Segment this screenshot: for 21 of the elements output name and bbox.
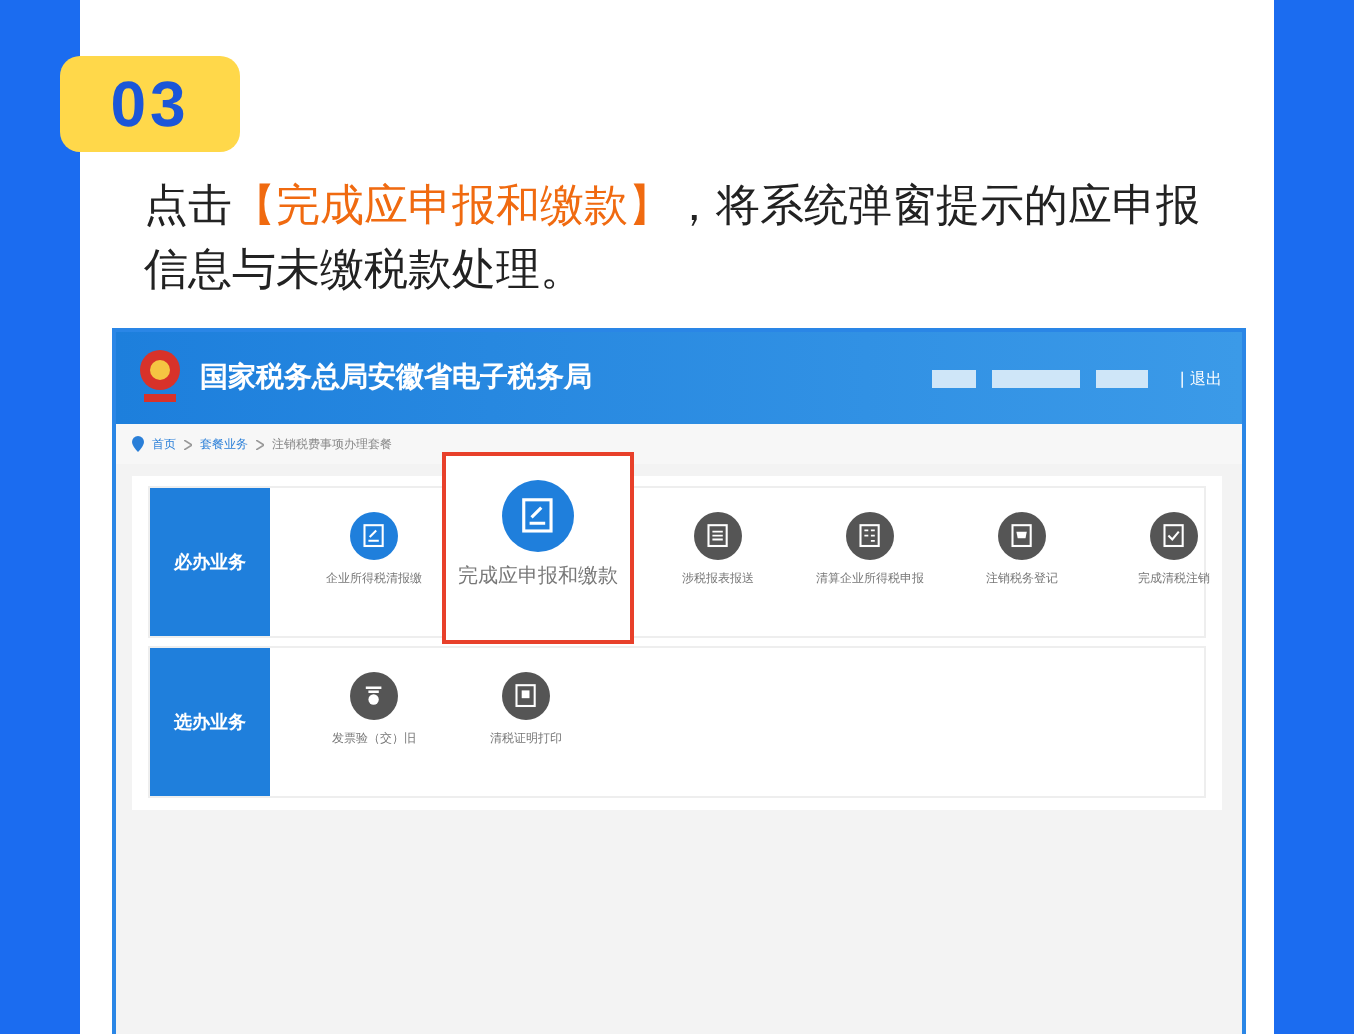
service-label: 完成应申报和缴款: [458, 564, 618, 590]
section-label: 必办业务: [150, 488, 270, 636]
chevron-icon: [256, 439, 264, 449]
location-pin-icon: [132, 436, 144, 452]
calculator-icon: [854, 520, 886, 552]
highlighted-service-item[interactable]: 完成应申报和缴款: [442, 452, 634, 644]
edit-icon: [358, 520, 390, 552]
logout-link[interactable]: | 退出: [1179, 367, 1222, 389]
list-icon: [702, 520, 734, 552]
instruction-text: 点击【完成应申报和缴款】，将系统弹窗提示的应申报信息与未缴税款处理。: [144, 180, 1202, 300]
blurred-text: [1095, 369, 1148, 387]
step-badge: 03: [60, 56, 240, 152]
cart-icon: [1006, 520, 1038, 552]
blurred-text: [931, 369, 976, 387]
site-title: 国家税务总局安徽省电子税务局: [200, 360, 594, 396]
checkbox-icon: [1158, 520, 1190, 552]
emblem-icon: [136, 348, 184, 408]
document-icon: [510, 680, 542, 712]
section-label: 选办业务: [150, 648, 270, 796]
chevron-icon: [184, 439, 192, 449]
blurred-text: [991, 369, 1080, 387]
